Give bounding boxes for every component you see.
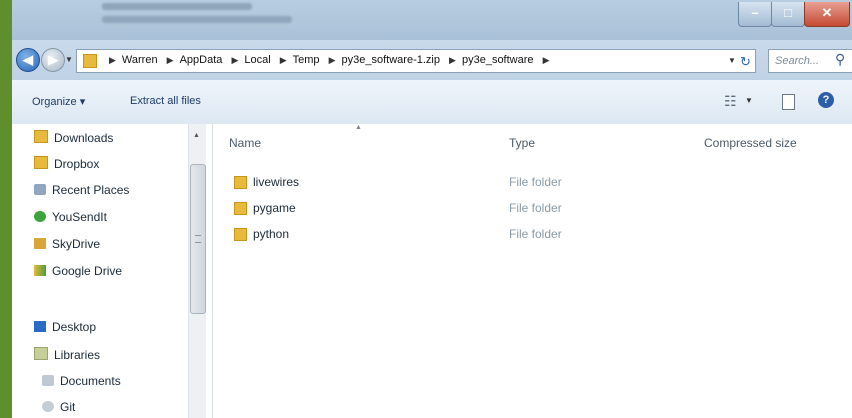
maximize-button[interactable]: □ xyxy=(771,2,805,27)
breadcrumb-py3e-software[interactable]: py3e_software xyxy=(462,54,534,66)
breadcrumb-local[interactable]: Local xyxy=(244,54,270,66)
breadcrumb-separator-icon[interactable]: ▶ xyxy=(167,55,174,65)
scrollbar-thumb[interactable] xyxy=(190,164,206,314)
folder-icon xyxy=(234,228,247,241)
breadcrumb-appdata[interactable]: AppData xyxy=(180,54,223,66)
organize-button[interactable]: Organize ▾ xyxy=(32,95,85,108)
column-header-name[interactable]: Name xyxy=(229,136,261,150)
git-icon xyxy=(42,401,54,412)
file-type: File folder xyxy=(509,201,562,215)
sidebar-item-label: Dropbox xyxy=(54,157,100,171)
breadcrumb-zip[interactable]: py3e_software-1.zip xyxy=(342,54,440,66)
sidebar-item-label: Documents xyxy=(60,374,121,388)
sidebar-item-documents[interactable]: Documents xyxy=(42,374,121,392)
extract-all-files-button[interactable]: Extract all files xyxy=(130,95,201,107)
file-name: livewires xyxy=(253,175,300,189)
sidebar-item-label: SkyDrive xyxy=(52,237,101,251)
table-row[interactable]: livewires File folder xyxy=(213,171,852,193)
sidebar-item-dropbox[interactable]: Dropbox xyxy=(34,156,99,174)
breadcrumb-separator-icon[interactable]: ▶ xyxy=(543,55,550,65)
column-header-compressed-size[interactable]: Compressed size xyxy=(704,136,797,150)
desktop-background-strip xyxy=(0,0,12,418)
sidebar-item-label: Git xyxy=(60,400,76,414)
file-name: python xyxy=(253,227,290,241)
breadcrumb-separator-icon[interactable]: ▶ xyxy=(329,55,336,65)
sidebar-item-skydrive[interactable]: SkyDrive xyxy=(34,237,100,255)
sidebar-item-recent-places[interactable]: Recent Places xyxy=(34,183,129,201)
forward-button[interactable]: ▶ xyxy=(41,48,65,72)
sidebar-item-label: Libraries xyxy=(54,348,101,362)
file-list: ▲ Name Type Compressed size livewires Fi… xyxy=(213,124,852,418)
sidebar-item-libraries[interactable]: Libraries xyxy=(34,347,100,365)
yousendit-icon xyxy=(34,211,46,222)
recent-pages-dropdown-icon[interactable]: ▼ xyxy=(65,55,73,64)
folder-icon xyxy=(83,54,97,68)
file-type: File folder xyxy=(509,175,562,189)
sidebar-item-label: Downloads xyxy=(54,131,114,145)
navigation-scrollbar[interactable]: ▲ xyxy=(188,124,206,418)
dropbox-folder-icon xyxy=(34,156,48,169)
breadcrumb: ▶ Warren ▶ AppData ▶ Local ▶ Temp ▶ py3e_soft… xyxy=(103,54,556,66)
folder-icon xyxy=(234,176,247,189)
search-icon[interactable]: ⚲ xyxy=(835,51,845,68)
sidebar-item-google-drive[interactable]: Google Drive xyxy=(34,264,122,282)
sidebar-item-label: Desktop xyxy=(52,320,97,334)
refresh-icon[interactable]: ↻ xyxy=(740,54,751,70)
sidebar-item-label: Google Drive xyxy=(52,264,123,278)
table-row[interactable]: pygame File folder xyxy=(213,197,852,219)
desktop-icon xyxy=(34,321,46,332)
sidebar-item-downloads[interactable]: Downloads xyxy=(34,130,113,148)
scrollbar-grip-icon xyxy=(195,235,201,243)
explorer-window: – □ ✕ ◀ ▶ ▼ ▶ Warren ▶ AppData ▶ Local ▶ Tem… xyxy=(12,0,852,418)
table-row[interactable]: python File folder xyxy=(213,223,852,245)
search-input[interactable]: Search... ⚲ xyxy=(768,49,852,73)
sidebar-item-label: YouSendIt xyxy=(52,210,107,224)
blurred-window-title xyxy=(102,3,252,10)
view-options-dropdown-icon[interactable]: ▼ xyxy=(745,96,753,105)
skydrive-icon xyxy=(34,238,46,249)
close-button[interactable]: ✕ xyxy=(804,2,850,27)
sidebar-item-desktop[interactable]: Desktop xyxy=(34,320,96,338)
breadcrumb-separator-icon[interactable]: ▶ xyxy=(449,55,456,65)
preview-pane-icon[interactable] xyxy=(782,94,795,110)
back-button[interactable]: ◀ xyxy=(16,48,40,72)
file-name: pygame xyxy=(253,201,296,215)
address-history-dropdown-icon[interactable]: ▼ xyxy=(728,56,736,65)
breadcrumb-separator-icon[interactable]: ▶ xyxy=(280,55,287,65)
address-bar[interactable]: ▶ Warren ▶ AppData ▶ Local ▶ Temp ▶ py3e_soft… xyxy=(76,49,756,73)
file-type: File folder xyxy=(509,227,562,241)
breadcrumb-separator-icon[interactable]: ▶ xyxy=(109,55,116,65)
change-view-icon[interactable]: ☷ xyxy=(724,93,737,110)
downloads-folder-icon xyxy=(34,130,48,143)
breadcrumb-warren[interactable]: Warren xyxy=(122,54,158,66)
help-icon[interactable]: ? xyxy=(818,92,834,108)
minimize-button[interactable]: – xyxy=(738,2,772,27)
folder-icon xyxy=(234,202,247,215)
scroll-up-icon[interactable]: ▲ xyxy=(193,132,200,139)
sort-indicator-icon: ▲ xyxy=(355,124,362,131)
command-bar: Organize ▾ Extract all files ☷ ▼ ? xyxy=(12,80,852,125)
recent-places-icon xyxy=(34,184,46,195)
sidebar-item-git[interactable]: Git xyxy=(42,400,75,418)
google-drive-icon xyxy=(34,265,46,276)
title-bar: – □ ✕ xyxy=(12,0,852,40)
search-placeholder: Search... xyxy=(775,55,820,67)
blurred-window-subtitle xyxy=(102,16,292,23)
address-bar-row: ◀ ▶ ▼ ▶ Warren ▶ AppData ▶ Local ▶ Temp ▶ py3… xyxy=(12,40,852,80)
column-header-type[interactable]: Type xyxy=(509,136,535,150)
breadcrumb-temp[interactable]: Temp xyxy=(293,54,320,66)
navigation-pane: Downloads Dropbox Recent Places YouSendI… xyxy=(12,124,213,418)
sidebar-item-label: Recent Places xyxy=(52,183,130,197)
libraries-icon xyxy=(34,347,48,360)
sidebar-item-yousendit[interactable]: YouSendIt xyxy=(34,210,107,228)
documents-icon xyxy=(42,375,54,386)
breadcrumb-separator-icon[interactable]: ▶ xyxy=(231,55,238,65)
